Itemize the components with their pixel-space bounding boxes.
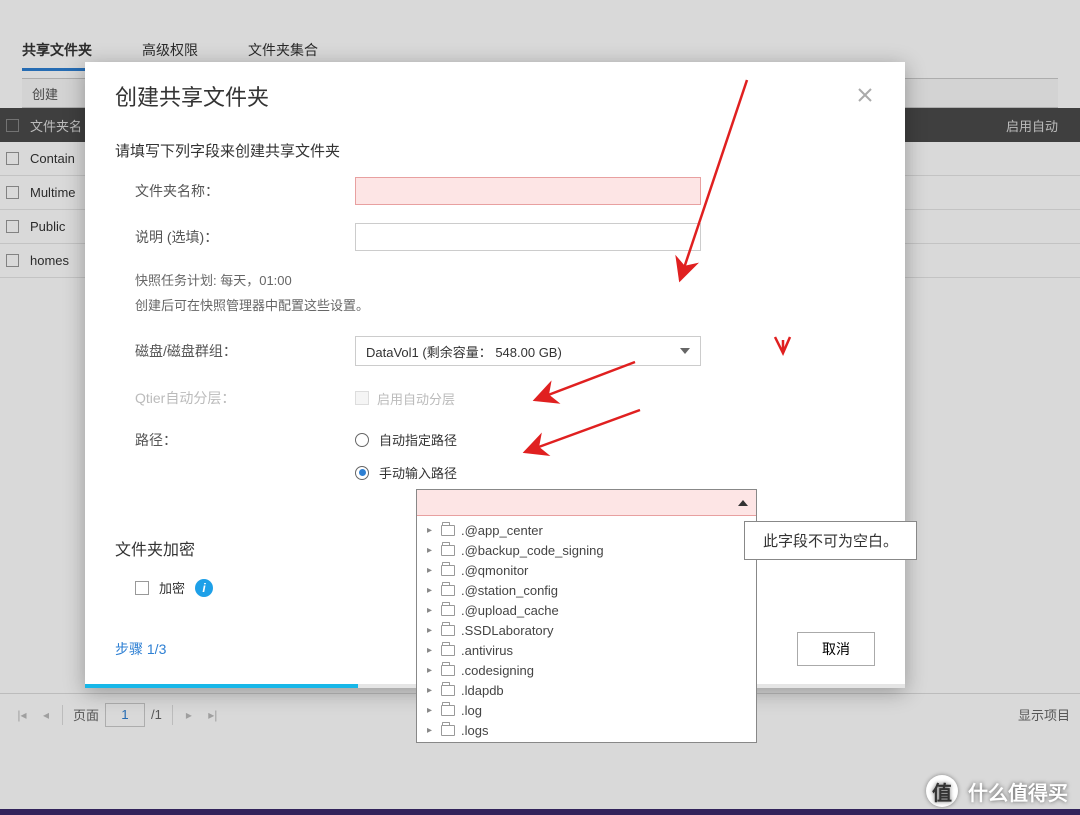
path-tree[interactable]: ▸ .@app_center ▸ .@backup_code_signing ▸ .@qm… xyxy=(417,516,756,742)
watermark-icon: 值 xyxy=(926,775,958,807)
tree-item-label: .@upload_cache xyxy=(461,603,559,618)
radio-manual-path[interactable]: 手动输入路径 xyxy=(355,463,875,482)
validation-tooltip: 此字段不可为空白。 xyxy=(744,521,917,560)
section-title: 请填写下列字段来创建共享文件夹 xyxy=(115,140,875,161)
expand-icon[interactable]: ▸ xyxy=(427,725,437,736)
folder-icon xyxy=(441,625,455,636)
tree-item-label: .@app_center xyxy=(461,523,543,538)
folder-icon xyxy=(441,585,455,596)
snapshot-info1: 快照任务计划: 每天，01:00 xyxy=(115,269,875,294)
snapshot-info2: 创建后可在快照管理器中配置这些设置。 xyxy=(115,294,875,319)
folder-icon xyxy=(441,665,455,676)
tree-item[interactable]: ▸ .antivirus xyxy=(417,640,756,660)
radio-icon xyxy=(355,466,369,480)
label-disk: 磁盘/磁盘群组： xyxy=(115,341,355,361)
encrypt-checkbox[interactable] xyxy=(135,581,149,595)
radio-icon xyxy=(355,433,369,447)
expand-icon[interactable]: ▸ xyxy=(427,705,437,716)
desc-input[interactable] xyxy=(355,223,701,251)
step-indicator: 步骤 1/3 xyxy=(115,639,166,659)
label-desc: 说明 (选填)： xyxy=(115,227,355,247)
folder-name-input[interactable] xyxy=(355,177,701,205)
tree-item-label: .@qmonitor xyxy=(461,563,528,578)
tree-item[interactable]: ▸ .codesigning xyxy=(417,660,756,680)
label-folder-name: 文件夹名称： xyxy=(115,181,355,201)
path-popup-header[interactable] xyxy=(417,490,756,516)
folder-icon xyxy=(441,705,455,716)
chevron-up-icon xyxy=(738,500,748,506)
tree-item[interactable]: ▸ .@upload_cache xyxy=(417,600,756,620)
expand-icon[interactable]: ▸ xyxy=(427,565,437,576)
label-path: 路径： xyxy=(115,430,355,450)
folder-icon xyxy=(441,545,455,556)
tree-item-label: .@station_config xyxy=(461,583,558,598)
radio-manual-label: 手动输入路径 xyxy=(379,463,457,482)
tree-item[interactable]: ▸ .@station_config xyxy=(417,580,756,600)
tree-item-label: .logs xyxy=(461,723,488,738)
folder-icon xyxy=(441,525,455,536)
qtier-check-label: 启用自动分层 xyxy=(377,389,455,408)
tree-item[interactable]: ▸ .logs xyxy=(417,720,756,740)
folder-icon xyxy=(441,605,455,616)
tree-item[interactable]: ▸ .SSDLaboratory xyxy=(417,620,756,640)
expand-icon[interactable]: ▸ xyxy=(427,525,437,536)
expand-icon[interactable]: ▸ xyxy=(427,545,437,556)
tree-item[interactable]: ▸ .log xyxy=(417,700,756,720)
expand-icon[interactable]: ▸ xyxy=(427,605,437,616)
disk-value: DataVol1 (剩余容量： 548.00 GB) xyxy=(366,342,562,361)
tree-item[interactable]: ▸ .@qmonitor xyxy=(417,560,756,580)
info-icon[interactable]: i xyxy=(195,579,213,597)
expand-icon[interactable]: ▸ xyxy=(427,625,437,636)
expand-icon[interactable]: ▸ xyxy=(427,645,437,656)
expand-icon[interactable]: ▸ xyxy=(427,685,437,696)
expand-icon[interactable]: ▸ xyxy=(427,665,437,676)
folder-icon xyxy=(441,565,455,576)
tree-item-label: .log xyxy=(461,703,482,718)
radio-auto-label: 自动指定路径 xyxy=(379,430,457,449)
encrypt-label: 加密 xyxy=(159,578,185,597)
tree-item-label: .codesigning xyxy=(461,663,534,678)
radio-auto-path[interactable]: 自动指定路径 xyxy=(355,430,875,449)
disk-select[interactable]: DataVol1 (剩余容量： 548.00 GB) xyxy=(355,336,701,366)
path-tree-popup: ▸ .@app_center ▸ .@backup_code_signing ▸ .@qm… xyxy=(416,489,757,743)
watermark-text: 什么值得买 xyxy=(968,777,1068,806)
tree-item[interactable]: ▸ .@app_center xyxy=(417,520,756,540)
qtier-checkbox xyxy=(355,391,369,405)
folder-icon xyxy=(441,725,455,736)
tree-item-label: .SSDLaboratory xyxy=(461,623,554,638)
chevron-down-icon xyxy=(680,348,690,354)
watermark: 值 什么值得买 xyxy=(926,775,1068,807)
tree-item[interactable]: ▸ .@backup_code_signing xyxy=(417,540,756,560)
expand-icon[interactable]: ▸ xyxy=(427,585,437,596)
tree-item-label: .@backup_code_signing xyxy=(461,543,604,558)
folder-icon xyxy=(441,685,455,696)
cancel-button[interactable]: 取消 xyxy=(797,632,875,666)
dialog-title: 创建共享文件夹 xyxy=(115,80,269,112)
tree-item-label: .antivirus xyxy=(461,643,513,658)
label-qtier: Qtier自动分层： xyxy=(115,388,355,408)
tree-item-label: .ldapdb xyxy=(461,683,504,698)
folder-icon xyxy=(441,645,455,656)
tree-item[interactable]: ▸ .ldapdb xyxy=(417,680,756,700)
close-icon[interactable] xyxy=(855,85,875,108)
